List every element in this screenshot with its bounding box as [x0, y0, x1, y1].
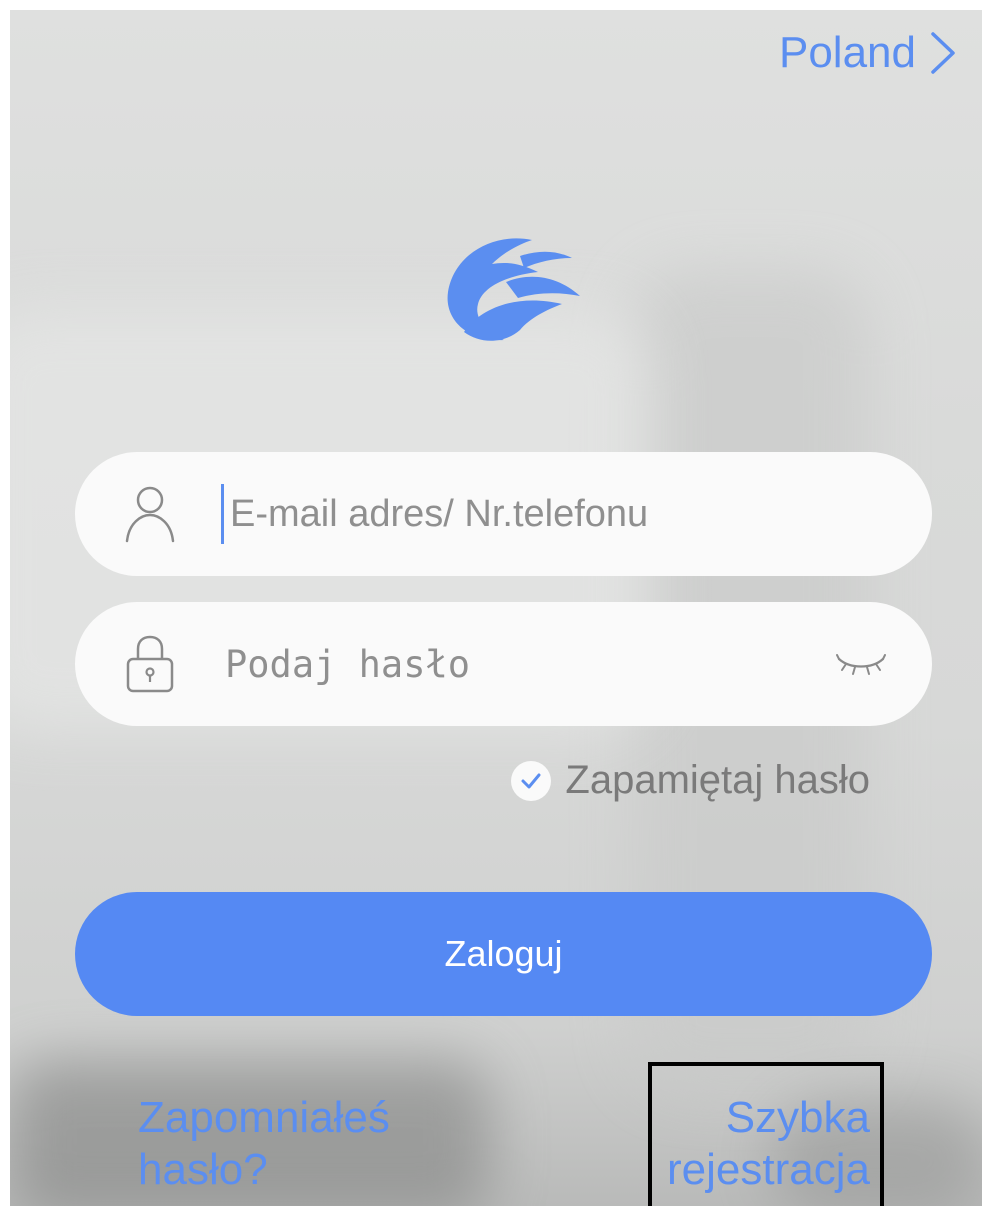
login-screen: Poland E-mail adres/ Nr.telefonu Zapamię… [10, 10, 982, 1206]
login-button[interactable]: Zaloguj [75, 892, 932, 1016]
forgot-password-line2: hasło? [138, 1145, 268, 1194]
chevron-right-icon [931, 32, 955, 74]
quick-register-line2: rejestracja [667, 1145, 870, 1194]
forgot-password-link[interactable]: Zapomniałeś hasło? [138, 1092, 438, 1196]
username-field[interactable] [75, 452, 932, 576]
forgot-password-line1: Zapomniałeś [138, 1093, 390, 1142]
remember-password-toggle[interactable]: Zapamiętaj hasło [511, 758, 870, 803]
check-icon[interactable] [511, 760, 552, 801]
password-input[interactable] [221, 634, 822, 694]
country-label: Poland [778, 28, 916, 77]
quick-register-link[interactable]: Szybka rejestracja [630, 1092, 870, 1196]
user-icon [125, 486, 175, 543]
email-phone-input[interactable] [221, 484, 822, 544]
password-field[interactable] [75, 602, 932, 726]
quick-register-line1: Szybka [725, 1093, 870, 1142]
app-logo [447, 238, 580, 341]
country-selector[interactable]: Poland [779, 28, 956, 78]
lock-icon [126, 635, 174, 693]
remember-password-label: Zapamiętaj hasło [565, 758, 870, 802]
eye-closed-icon[interactable] [836, 649, 886, 679]
